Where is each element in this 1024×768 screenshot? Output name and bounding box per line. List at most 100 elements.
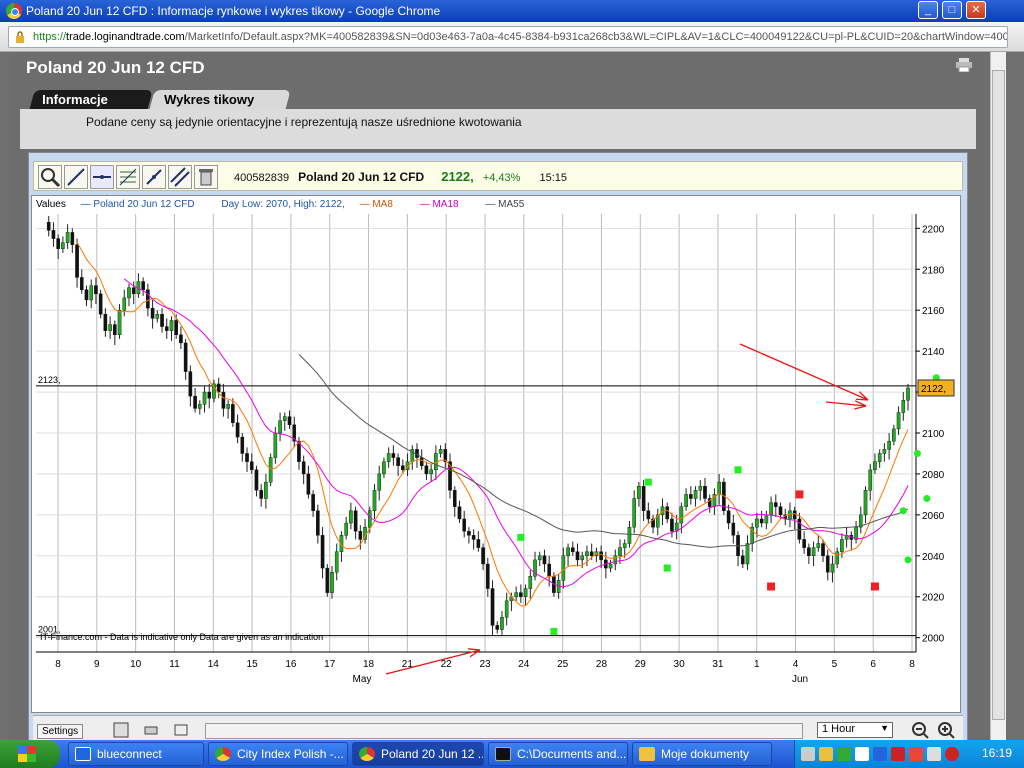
candle-body	[122, 297, 127, 311]
zoom-out-icon[interactable]	[911, 721, 929, 739]
print-icon[interactable]	[956, 58, 972, 72]
candle-body	[198, 404, 202, 409]
tray-volume-icon[interactable]	[855, 747, 869, 761]
tray-bc-icon[interactable]	[873, 747, 887, 761]
candle-body	[245, 453, 249, 462]
candle-body	[353, 510, 358, 532]
tray-update-icon[interactable]	[837, 747, 851, 761]
parallel-tool-button[interactable]	[168, 165, 192, 189]
tray-security-icon[interactable]	[819, 747, 833, 761]
zoom-tool-button[interactable]	[38, 165, 62, 189]
url-field[interactable]: https://trade.loginandtrade.com/MarketIn…	[8, 26, 1008, 48]
clock[interactable]: 16:19	[982, 746, 1012, 760]
candle-body	[537, 555, 542, 561]
candle-body	[282, 416, 287, 421]
minimize-button[interactable]: _	[918, 1, 938, 19]
candle-body	[873, 461, 877, 471]
delete-drawings-button[interactable]	[194, 165, 218, 189]
fibonacci-tool-button[interactable]	[116, 165, 140, 189]
settings-button[interactable]: Settings	[37, 724, 84, 739]
tab-informacje-rynkowe[interactable]: Informacje rynkowe	[29, 90, 153, 122]
close-button[interactable]: ✕	[966, 1, 986, 19]
hline-tool-button[interactable]	[90, 165, 114, 189]
candle-body	[169, 320, 174, 331]
candle-body	[589, 551, 594, 557]
candle-body	[641, 486, 646, 511]
maximize-button[interactable]: □	[942, 1, 962, 19]
candle-body	[689, 494, 693, 499]
candle-body	[273, 432, 278, 458]
candle-body	[391, 453, 396, 458]
interval-select[interactable]: 1 Hour ▼	[817, 722, 893, 738]
signal-marker	[870, 582, 879, 591]
tray-misc-icon[interactable]	[927, 747, 941, 761]
signal-marker	[644, 478, 652, 486]
chart-bottom-bar: Settings 1 Hour ▼	[33, 715, 963, 743]
candle-body	[504, 600, 509, 618]
candle-body	[183, 342, 188, 372]
candle-body	[89, 285, 94, 301]
lock-icon	[16, 31, 24, 43]
tray-alert-icon[interactable]	[909, 747, 923, 761]
candle-body	[249, 461, 254, 471]
scroll-thumb[interactable]	[992, 70, 1005, 720]
candle-body	[452, 490, 457, 507]
x-tick-label: 11	[169, 659, 180, 670]
task-blueconnect[interactable]: blueconnect	[68, 742, 204, 766]
zoom-in-icon[interactable]	[937, 721, 955, 739]
tab-wykres-tikowy[interactable]: Wykres tikowy	[149, 90, 291, 110]
y-tick-label: 2080	[922, 470, 945, 481]
save-icon[interactable]	[113, 722, 129, 738]
candle-body	[306, 473, 311, 495]
candle-body	[816, 543, 821, 548]
task-city-index[interactable]: City Index Polish -...	[208, 742, 348, 766]
export-icon[interactable]	[173, 722, 189, 738]
tray-network-icon[interactable]	[801, 747, 815, 761]
candle-body	[585, 551, 589, 557]
task-poland-chart[interactable]: Poland 20 Jun 12 ...	[352, 742, 484, 766]
candle-body	[51, 230, 56, 239]
candle-body	[693, 490, 698, 499]
candle-body	[679, 506, 684, 524]
candle-body	[75, 244, 79, 278]
y-tick-label: 2100	[922, 429, 945, 440]
signal-marker	[795, 490, 804, 499]
chrome-icon	[6, 3, 22, 19]
price-chart[interactable]: 8 9 10 11 14 15 16 17 18 21 22 23 24 25 28 29 30 31 1 4 5 6 8M…	[32, 196, 960, 712]
signal-marker	[899, 507, 907, 515]
candle-body	[792, 510, 797, 520]
trendline-tool-button[interactable]	[64, 165, 88, 189]
candle-body	[316, 510, 320, 536]
address-bar[interactable]: https://trade.loginandtrade.com/MarketIn…	[0, 22, 1024, 52]
y-tick-label: 2000	[922, 634, 945, 645]
channel-tool-button[interactable]	[142, 165, 166, 189]
candle-body	[259, 490, 263, 499]
task-cmd[interactable]: C:\Documents and...	[488, 742, 628, 766]
candle-body	[877, 453, 882, 462]
candle-body	[372, 490, 377, 511]
candle-body	[131, 287, 136, 295]
page-vertical-scrollbar[interactable]	[990, 52, 1006, 740]
candle-body	[429, 469, 433, 475]
task-moje-dokumenty[interactable]: Moje dokumenty	[632, 742, 772, 766]
candle-body	[637, 486, 641, 499]
url-scheme: https://	[33, 31, 67, 43]
tray-antivirus-icon[interactable]	[891, 747, 905, 761]
tray-stop-icon[interactable]	[945, 747, 959, 761]
signal-marker	[767, 582, 776, 591]
x-tick-label: 8	[55, 659, 61, 670]
candle-body	[457, 506, 462, 520]
title-bar[interactable]: Poland 20 Jun 12 CFD : Informacje rynkow…	[0, 0, 1024, 22]
plot-area[interactable]: 8 9 10 11 14 15 16 17 18 21 22 23 24 25 28 29 30 31 1 4 5 6 8 M…	[31, 195, 961, 713]
candle-body	[887, 440, 891, 450]
candle-body	[268, 457, 273, 483]
print-chart-icon[interactable]	[143, 722, 159, 738]
reference-line-label: 2123,	[38, 375, 61, 385]
candle-body	[320, 535, 325, 569]
chart-horizontal-scrollbar[interactable]	[205, 723, 803, 739]
candle-body	[774, 502, 778, 507]
start-button[interactable]	[0, 740, 60, 768]
candle-body	[164, 326, 169, 331]
candle-body	[821, 543, 825, 557]
candle-body	[221, 391, 226, 409]
